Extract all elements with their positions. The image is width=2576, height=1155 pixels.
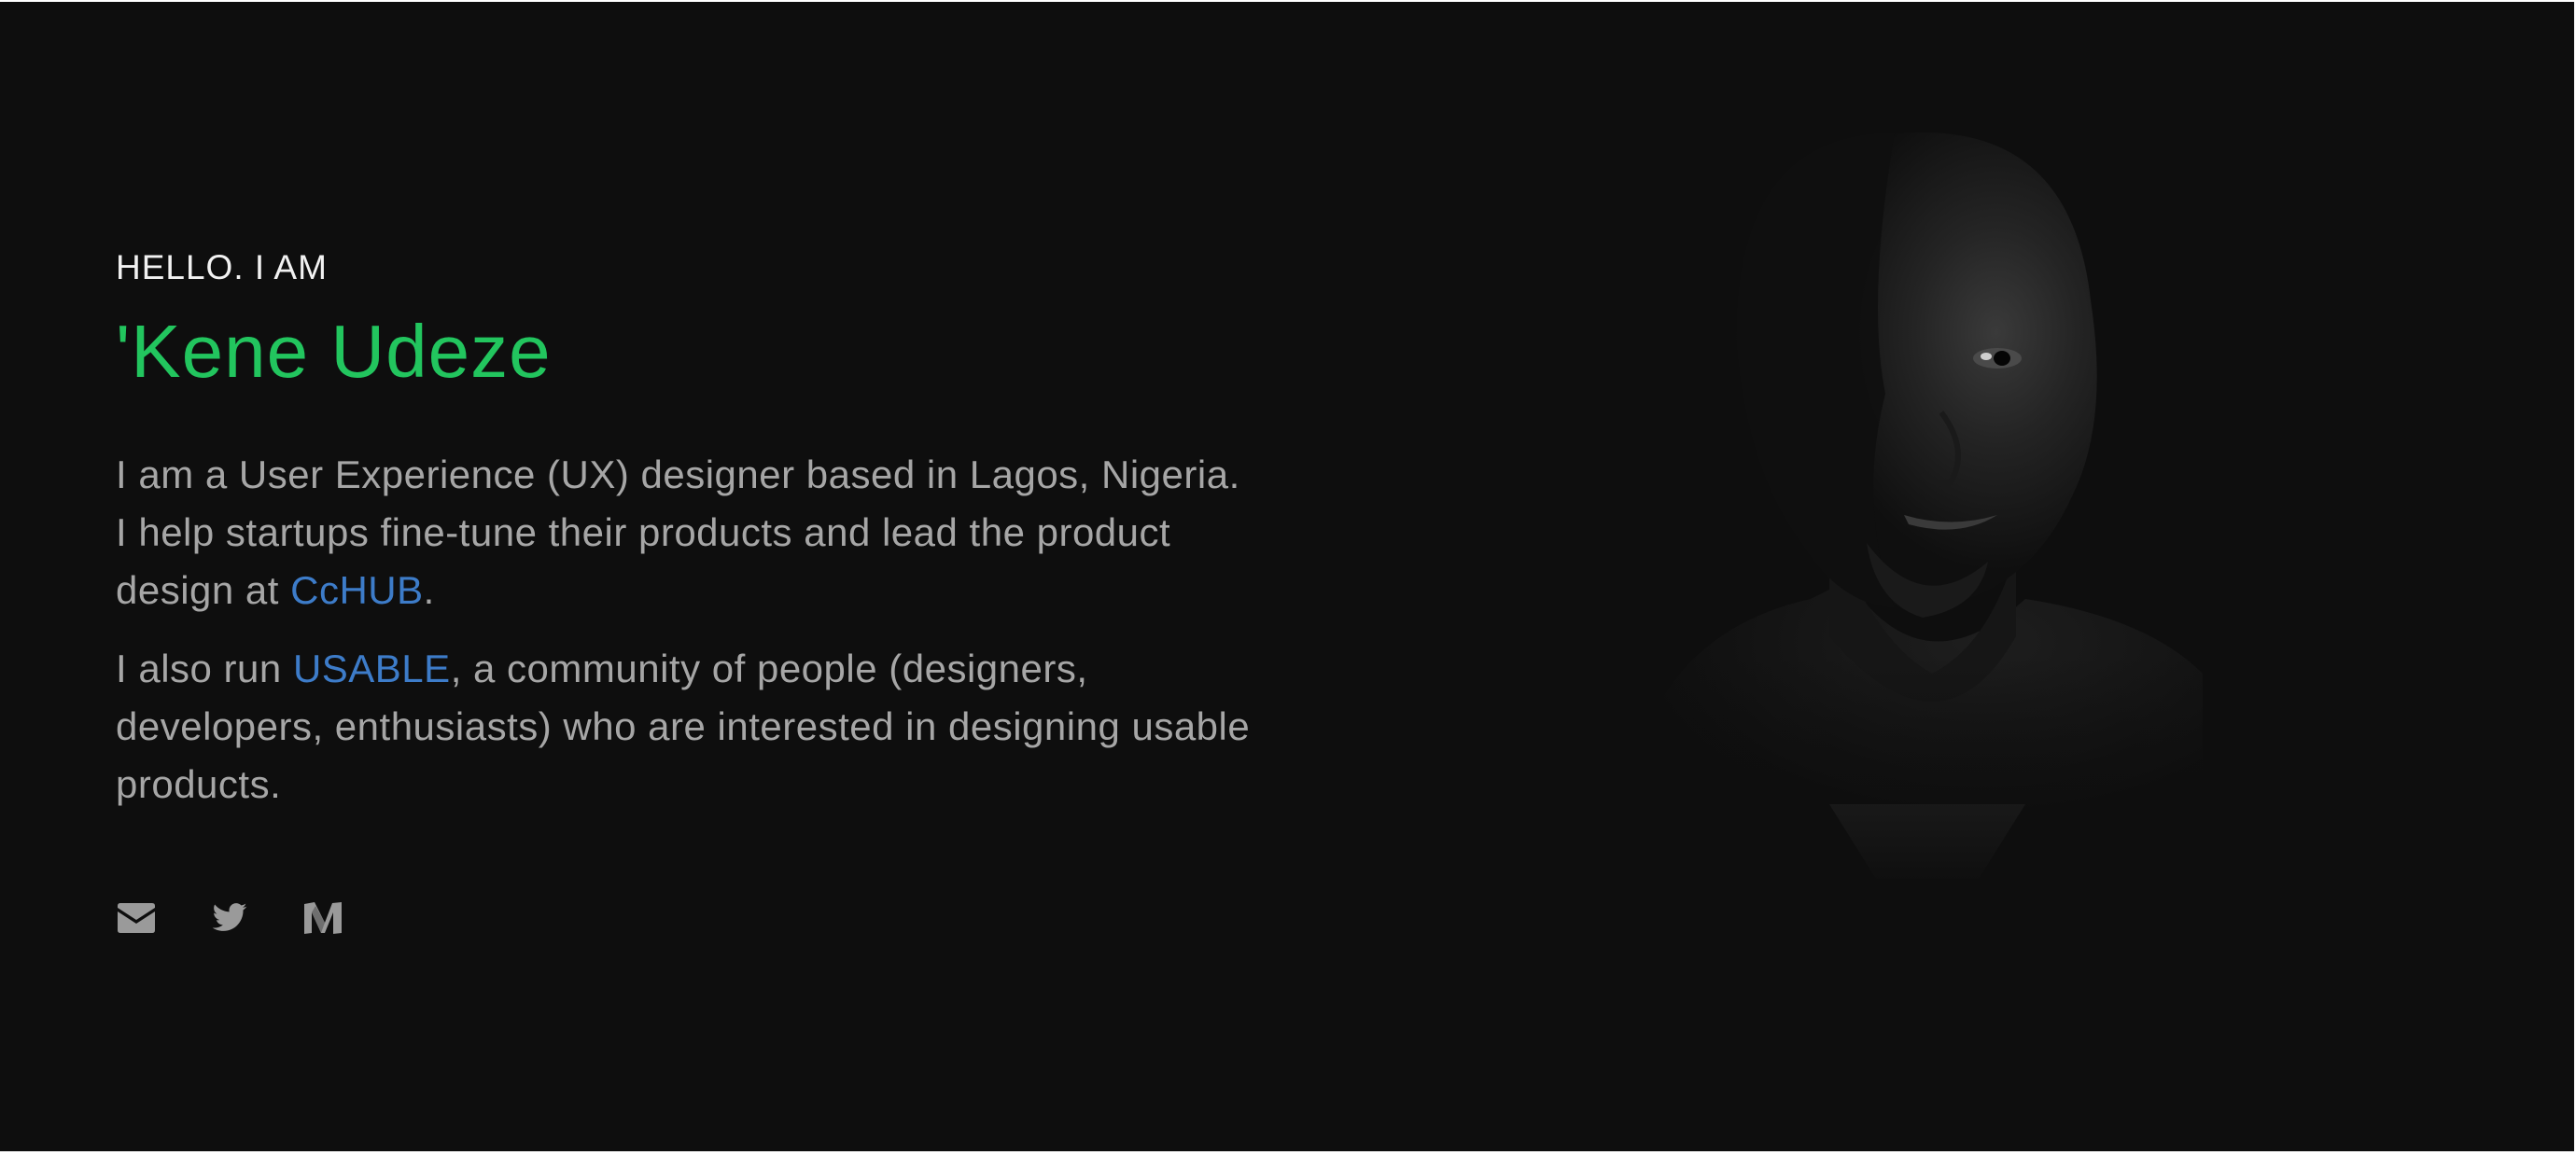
medium-icon xyxy=(304,902,342,934)
twitter-link[interactable] xyxy=(209,899,250,937)
twitter-icon xyxy=(212,903,247,931)
bio-1-end: . xyxy=(423,568,435,612)
cchub-link[interactable]: CcHUB xyxy=(290,568,424,612)
mail-icon xyxy=(118,903,155,933)
bio-2-text: I also run xyxy=(116,647,293,690)
hero-page: HELLO. I AM 'Kene Udeze I am a User Expe… xyxy=(0,2,2574,1151)
bio-paragraph-1: I am a User Experience (UX) designer bas… xyxy=(116,446,1254,619)
greeting: HELLO. I AM xyxy=(116,248,328,286)
bio-1-text: I am a User Experience (UX) designer bas… xyxy=(116,452,1240,612)
intro-section: HELLO. I AM 'Kene Udeze I am a User Expe… xyxy=(116,246,1254,814)
medium-link[interactable] xyxy=(302,899,343,937)
usable-link[interactable]: USABLE xyxy=(293,647,451,690)
person-name: 'Kene Udeze xyxy=(116,310,552,393)
bio-paragraph-2: I also run USABLE, a community of people… xyxy=(116,640,1254,814)
mail-link[interactable] xyxy=(116,899,157,937)
portrait-photo xyxy=(1587,114,2240,888)
social-links xyxy=(116,899,343,937)
